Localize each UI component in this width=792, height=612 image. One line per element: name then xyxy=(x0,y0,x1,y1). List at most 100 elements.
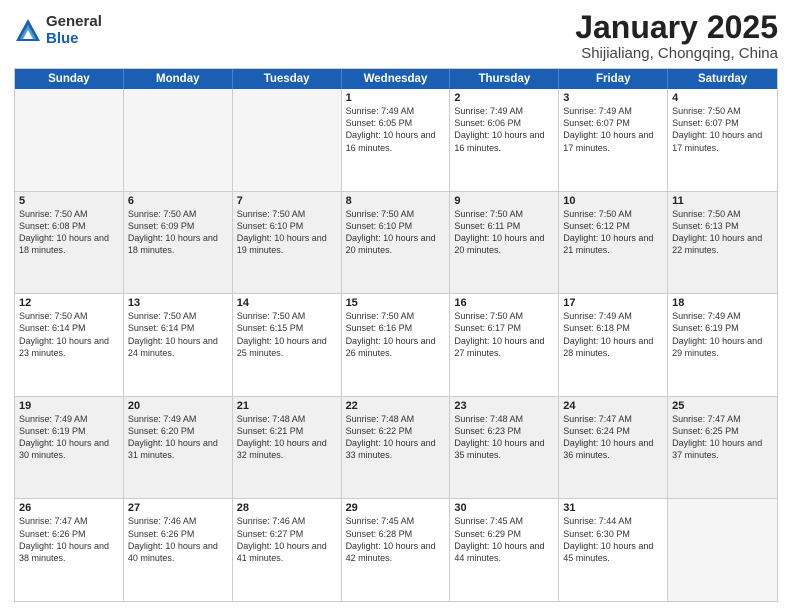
empty-cell-0-0 xyxy=(15,89,124,191)
day-number: 10 xyxy=(563,195,663,207)
day-number: 4 xyxy=(672,92,773,104)
day-number: 25 xyxy=(672,400,773,412)
day-cell-20: 20Sunrise: 7:49 AM Sunset: 6:20 PM Dayli… xyxy=(124,397,233,499)
day-info: Sunrise: 7:45 AM Sunset: 6:29 PM Dayligh… xyxy=(454,515,554,564)
day-cell-19: 19Sunrise: 7:49 AM Sunset: 6:19 PM Dayli… xyxy=(15,397,124,499)
day-info: Sunrise: 7:50 AM Sunset: 6:14 PM Dayligh… xyxy=(19,310,119,359)
day-info: Sunrise: 7:48 AM Sunset: 6:23 PM Dayligh… xyxy=(454,413,554,462)
day-number: 18 xyxy=(672,297,773,309)
header-day-tuesday: Tuesday xyxy=(233,69,342,89)
day-info: Sunrise: 7:50 AM Sunset: 6:17 PM Dayligh… xyxy=(454,310,554,359)
header-day-sunday: Sunday xyxy=(15,69,124,89)
logo: General Blue xyxy=(14,14,102,47)
day-info: Sunrise: 7:50 AM Sunset: 6:09 PM Dayligh… xyxy=(128,208,228,257)
calendar-header-row: SundayMondayTuesdayWednesdayThursdayFrid… xyxy=(15,69,777,89)
header-day-friday: Friday xyxy=(559,69,668,89)
header-day-thursday: Thursday xyxy=(450,69,559,89)
week-row-2: 5Sunrise: 7:50 AM Sunset: 6:08 PM Daylig… xyxy=(15,192,777,295)
day-number: 20 xyxy=(128,400,228,412)
day-info: Sunrise: 7:47 AM Sunset: 6:25 PM Dayligh… xyxy=(672,413,773,462)
day-number: 23 xyxy=(454,400,554,412)
day-cell-4: 4Sunrise: 7:50 AM Sunset: 6:07 PM Daylig… xyxy=(668,89,777,191)
day-info: Sunrise: 7:50 AM Sunset: 6:13 PM Dayligh… xyxy=(672,208,773,257)
day-number: 19 xyxy=(19,400,119,412)
day-info: Sunrise: 7:47 AM Sunset: 6:26 PM Dayligh… xyxy=(19,515,119,564)
header: General Blue January 2025 Shijialiang, C… xyxy=(14,10,778,62)
day-cell-28: 28Sunrise: 7:46 AM Sunset: 6:27 PM Dayli… xyxy=(233,499,342,601)
day-info: Sunrise: 7:50 AM Sunset: 6:12 PM Dayligh… xyxy=(563,208,663,257)
day-cell-25: 25Sunrise: 7:47 AM Sunset: 6:25 PM Dayli… xyxy=(668,397,777,499)
day-number: 30 xyxy=(454,502,554,514)
day-number: 17 xyxy=(563,297,663,309)
header-day-monday: Monday xyxy=(124,69,233,89)
day-number: 15 xyxy=(346,297,446,309)
day-cell-14: 14Sunrise: 7:50 AM Sunset: 6:15 PM Dayli… xyxy=(233,294,342,396)
day-cell-29: 29Sunrise: 7:45 AM Sunset: 6:28 PM Dayli… xyxy=(342,499,451,601)
day-info: Sunrise: 7:50 AM Sunset: 6:08 PM Dayligh… xyxy=(19,208,119,257)
day-number: 28 xyxy=(237,502,337,514)
page: General Blue January 2025 Shijialiang, C… xyxy=(0,0,792,612)
day-info: Sunrise: 7:50 AM Sunset: 6:07 PM Dayligh… xyxy=(672,105,773,154)
day-number: 2 xyxy=(454,92,554,104)
day-info: Sunrise: 7:46 AM Sunset: 6:26 PM Dayligh… xyxy=(128,515,228,564)
day-cell-27: 27Sunrise: 7:46 AM Sunset: 6:26 PM Dayli… xyxy=(124,499,233,601)
day-cell-16: 16Sunrise: 7:50 AM Sunset: 6:17 PM Dayli… xyxy=(450,294,559,396)
day-info: Sunrise: 7:50 AM Sunset: 6:10 PM Dayligh… xyxy=(346,208,446,257)
day-number: 26 xyxy=(19,502,119,514)
day-cell-30: 30Sunrise: 7:45 AM Sunset: 6:29 PM Dayli… xyxy=(450,499,559,601)
day-info: Sunrise: 7:50 AM Sunset: 6:10 PM Dayligh… xyxy=(237,208,337,257)
day-number: 29 xyxy=(346,502,446,514)
empty-cell-0-1 xyxy=(124,89,233,191)
day-info: Sunrise: 7:49 AM Sunset: 6:19 PM Dayligh… xyxy=(19,413,119,462)
day-cell-11: 11Sunrise: 7:50 AM Sunset: 6:13 PM Dayli… xyxy=(668,192,777,294)
day-info: Sunrise: 7:45 AM Sunset: 6:28 PM Dayligh… xyxy=(346,515,446,564)
logo-icon xyxy=(14,17,42,45)
day-info: Sunrise: 7:50 AM Sunset: 6:16 PM Dayligh… xyxy=(346,310,446,359)
day-number: 16 xyxy=(454,297,554,309)
day-info: Sunrise: 7:46 AM Sunset: 6:27 PM Dayligh… xyxy=(237,515,337,564)
day-number: 3 xyxy=(563,92,663,104)
day-info: Sunrise: 7:49 AM Sunset: 6:05 PM Dayligh… xyxy=(346,105,446,154)
day-number: 12 xyxy=(19,297,119,309)
day-info: Sunrise: 7:49 AM Sunset: 6:19 PM Dayligh… xyxy=(672,310,773,359)
logo-general-text: General xyxy=(46,14,102,31)
day-cell-24: 24Sunrise: 7:47 AM Sunset: 6:24 PM Dayli… xyxy=(559,397,668,499)
logo-blue-text: Blue xyxy=(46,31,102,48)
day-number: 22 xyxy=(346,400,446,412)
day-number: 5 xyxy=(19,195,119,207)
week-row-5: 26Sunrise: 7:47 AM Sunset: 6:26 PM Dayli… xyxy=(15,499,777,601)
day-cell-12: 12Sunrise: 7:50 AM Sunset: 6:14 PM Dayli… xyxy=(15,294,124,396)
title-block: January 2025 Shijialiang, Chongqing, Chi… xyxy=(575,10,778,62)
day-number: 11 xyxy=(672,195,773,207)
day-number: 31 xyxy=(563,502,663,514)
day-cell-6: 6Sunrise: 7:50 AM Sunset: 6:09 PM Daylig… xyxy=(124,192,233,294)
day-number: 1 xyxy=(346,92,446,104)
day-cell-23: 23Sunrise: 7:48 AM Sunset: 6:23 PM Dayli… xyxy=(450,397,559,499)
day-info: Sunrise: 7:50 AM Sunset: 6:15 PM Dayligh… xyxy=(237,310,337,359)
calendar-subtitle: Shijialiang, Chongqing, China xyxy=(575,45,778,62)
day-info: Sunrise: 7:50 AM Sunset: 6:11 PM Dayligh… xyxy=(454,208,554,257)
day-number: 14 xyxy=(237,297,337,309)
day-info: Sunrise: 7:50 AM Sunset: 6:14 PM Dayligh… xyxy=(128,310,228,359)
week-row-4: 19Sunrise: 7:49 AM Sunset: 6:19 PM Dayli… xyxy=(15,397,777,500)
day-cell-7: 7Sunrise: 7:50 AM Sunset: 6:10 PM Daylig… xyxy=(233,192,342,294)
week-row-1: 1Sunrise: 7:49 AM Sunset: 6:05 PM Daylig… xyxy=(15,89,777,192)
calendar-body: 1Sunrise: 7:49 AM Sunset: 6:05 PM Daylig… xyxy=(15,89,777,601)
day-cell-26: 26Sunrise: 7:47 AM Sunset: 6:26 PM Dayli… xyxy=(15,499,124,601)
day-info: Sunrise: 7:44 AM Sunset: 6:30 PM Dayligh… xyxy=(563,515,663,564)
empty-cell-4-6 xyxy=(668,499,777,601)
day-cell-31: 31Sunrise: 7:44 AM Sunset: 6:30 PM Dayli… xyxy=(559,499,668,601)
header-day-saturday: Saturday xyxy=(668,69,777,89)
day-info: Sunrise: 7:47 AM Sunset: 6:24 PM Dayligh… xyxy=(563,413,663,462)
day-cell-5: 5Sunrise: 7:50 AM Sunset: 6:08 PM Daylig… xyxy=(15,192,124,294)
day-number: 13 xyxy=(128,297,228,309)
calendar-title: January 2025 xyxy=(575,10,778,45)
day-number: 7 xyxy=(237,195,337,207)
day-cell-17: 17Sunrise: 7:49 AM Sunset: 6:18 PM Dayli… xyxy=(559,294,668,396)
day-cell-1: 1Sunrise: 7:49 AM Sunset: 6:05 PM Daylig… xyxy=(342,89,451,191)
day-info: Sunrise: 7:49 AM Sunset: 6:07 PM Dayligh… xyxy=(563,105,663,154)
day-info: Sunrise: 7:49 AM Sunset: 6:06 PM Dayligh… xyxy=(454,105,554,154)
day-cell-9: 9Sunrise: 7:50 AM Sunset: 6:11 PM Daylig… xyxy=(450,192,559,294)
header-day-wednesday: Wednesday xyxy=(342,69,451,89)
day-info: Sunrise: 7:48 AM Sunset: 6:21 PM Dayligh… xyxy=(237,413,337,462)
